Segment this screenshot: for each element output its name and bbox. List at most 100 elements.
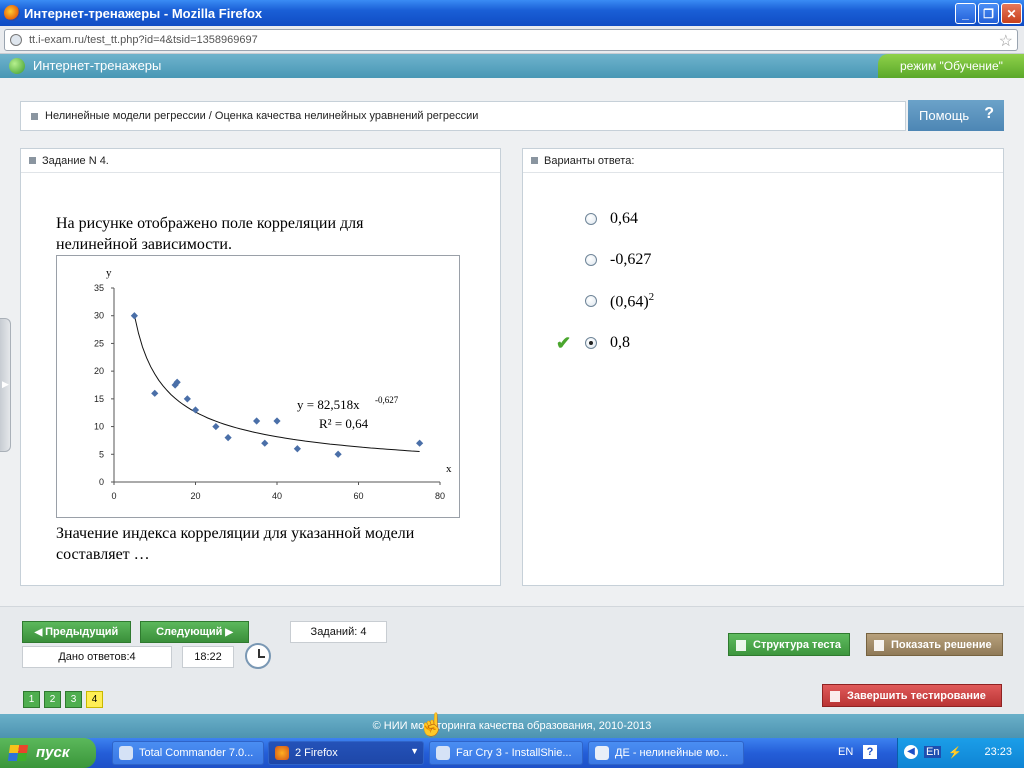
task-panel-header: Задание N 4. xyxy=(21,149,500,173)
test-structure-button[interactable]: Структура теста xyxy=(728,633,850,656)
system-tray: ◀ En ⚡ 23:23 xyxy=(897,738,1024,768)
task-label: Total Commander 7.0... xyxy=(139,747,254,759)
show-solution-button[interactable]: Показать решение xyxy=(866,633,1003,656)
next-button[interactable]: Следующий ▶ xyxy=(140,621,249,643)
data-point xyxy=(253,417,261,425)
x-tick-label: 60 xyxy=(353,491,363,501)
task-label: Far Cry 3 - InstallShie... xyxy=(456,747,572,759)
data-point xyxy=(183,395,191,403)
arrow-left-icon[interactable]: ◀ xyxy=(904,745,918,759)
equation-label: y = 82,518x xyxy=(297,397,360,412)
chevron-down-icon: ▼ xyxy=(410,746,419,756)
clock-icon xyxy=(245,643,271,669)
app-logo-icon xyxy=(9,58,25,74)
taskbar-item-total-commander[interactable]: Total Commander 7.0... xyxy=(112,741,264,765)
y-tick-label: 0 xyxy=(99,477,104,487)
windows-logo-icon xyxy=(7,745,29,761)
y-tick-label: 30 xyxy=(94,311,104,321)
question-line-4: составляет … xyxy=(56,546,150,563)
y-tick-label: 25 xyxy=(94,338,104,348)
firefox-icon xyxy=(4,5,20,21)
question-icon: ? xyxy=(984,105,994,122)
data-point xyxy=(261,439,269,447)
finish-test-button[interactable]: Завершить тестирование xyxy=(822,684,1002,707)
answer-option-1[interactable]: 0,64 xyxy=(585,208,638,230)
start-label: пуск xyxy=(36,744,70,761)
bookmark-star-icon[interactable]: ☆ xyxy=(999,31,1013,51)
mode-badge: режим "Обучение" xyxy=(878,54,1024,78)
taskbar-item-firefox[interactable]: 2 Firefox ▼ xyxy=(268,741,424,765)
start-button[interactable]: пуск xyxy=(0,738,96,768)
page-1-button[interactable]: 1 xyxy=(23,691,40,708)
minimize-button[interactable]: _ xyxy=(955,3,976,24)
y-tick-label: 5 xyxy=(99,449,104,459)
checkmark-icon: ✔ xyxy=(556,333,572,353)
data-point xyxy=(334,450,342,458)
answer-label: 0,64 xyxy=(610,210,638,227)
chart-svg: 0 5 10 15 20 25 30 35 0 20 40 60 80 y x y = 82,518x -0,6… xyxy=(94,267,452,501)
total-commander-icon xyxy=(119,746,133,760)
y-axis-label: y xyxy=(106,267,112,279)
taskbar-item-word[interactable]: ДЕ - нелинейные мо... xyxy=(588,741,744,765)
task-panel: Задание N 4. На рисунке отображено поле … xyxy=(20,148,501,586)
book-icon xyxy=(874,640,884,651)
window-titlebar: Интернет-тренажеры - Mozilla Firefox _ ❐… xyxy=(0,0,1024,26)
previous-button[interactable]: ◀ Предыдущий xyxy=(22,621,131,643)
address-bar: tt.i-exam.ru/test_tt.php?id=4&tsid=13589… xyxy=(0,26,1024,54)
help-icon[interactable]: ? xyxy=(863,745,877,759)
x-tick-label: 20 xyxy=(190,491,200,501)
show-solution-label: Показать решение xyxy=(891,638,992,651)
firefox-icon xyxy=(275,746,289,760)
network-icon[interactable]: ⚡ xyxy=(948,746,962,759)
app-header: Интернет-тренажеры режим "Обучение" xyxy=(0,54,1024,78)
globe-icon xyxy=(10,34,22,46)
radio-button[interactable] xyxy=(585,254,597,266)
radio-button-selected[interactable] xyxy=(585,337,597,349)
radio-button[interactable] xyxy=(585,295,597,307)
tray-language[interactable]: En xyxy=(924,746,942,758)
finish-test-label: Завершить тестирование xyxy=(847,689,986,702)
language-indicator[interactable]: EN xyxy=(838,746,853,758)
answer-label: 0,8 xyxy=(610,334,630,351)
square-bullet-icon xyxy=(29,157,36,164)
url-field[interactable]: tt.i-exam.ru/test_tt.php?id=4&tsid=13589… xyxy=(4,29,1018,51)
tasks-count: Заданий: 4 xyxy=(290,621,387,643)
side-panel-handle[interactable]: ▶ xyxy=(0,318,11,452)
clock-time: 23:23 xyxy=(984,746,1012,758)
previous-label: Предыдущий xyxy=(45,626,119,638)
maximize-button[interactable]: ❐ xyxy=(978,3,999,24)
question-line-3: Значение индекса корреляции для указанно… xyxy=(56,525,415,542)
test-structure-label: Структура теста xyxy=(753,638,842,651)
page-2-button[interactable]: 2 xyxy=(44,691,61,708)
answers-title: Варианты ответа: xyxy=(544,155,635,167)
data-point xyxy=(130,312,138,320)
help-button[interactable]: Помощь ? xyxy=(908,100,1004,131)
y-tick-label: 20 xyxy=(94,366,104,376)
page-4-button[interactable]: 4 xyxy=(86,691,103,708)
question-text-bottom: Значение индекса корреляции для указанно… xyxy=(56,523,414,565)
taskbar: пуск Total Commander 7.0... 2 Firefox ▼ … xyxy=(0,738,1024,768)
answer-option-4[interactable]: 0,8 xyxy=(585,332,630,354)
answer-option-2[interactable]: -0,627 xyxy=(585,249,651,271)
timer: 18:22 xyxy=(182,646,234,668)
y-tick-label: 15 xyxy=(94,394,104,404)
breadcrumb: Нелинейные модели регрессии / Оценка кач… xyxy=(20,101,906,131)
data-point xyxy=(191,406,200,414)
arrow-left-icon: ◀ xyxy=(34,626,46,638)
answered-count: Дано ответов:4 xyxy=(22,646,172,668)
running-man-icon xyxy=(830,691,840,702)
window-title: Интернет-тренажеры - Mozilla Firefox xyxy=(24,6,263,21)
answers-panel: Варианты ответа: 0,64 -0,627 (0,64)2 ✔ 0… xyxy=(522,148,1004,586)
answer-label-base: (0,64) xyxy=(610,293,649,311)
close-button[interactable]: ✕ xyxy=(1001,3,1022,24)
square-bullet-icon xyxy=(531,157,538,164)
taskbar-item-far-cry[interactable]: Far Cry 3 - InstallShie... xyxy=(429,741,583,765)
page-3-button[interactable]: 3 xyxy=(65,691,82,708)
answer-label: (0,64)2 xyxy=(610,291,654,311)
word-icon xyxy=(595,746,609,760)
radio-button[interactable] xyxy=(585,213,597,225)
y-tick-label: 10 xyxy=(94,422,104,432)
task-label: ДЕ - нелинейные мо... xyxy=(615,747,729,759)
scatter-chart: 0 5 10 15 20 25 30 35 0 20 40 60 80 y x y = 82,518x -0,6… xyxy=(56,255,460,518)
answer-option-3[interactable]: (0,64)2 xyxy=(585,290,654,312)
